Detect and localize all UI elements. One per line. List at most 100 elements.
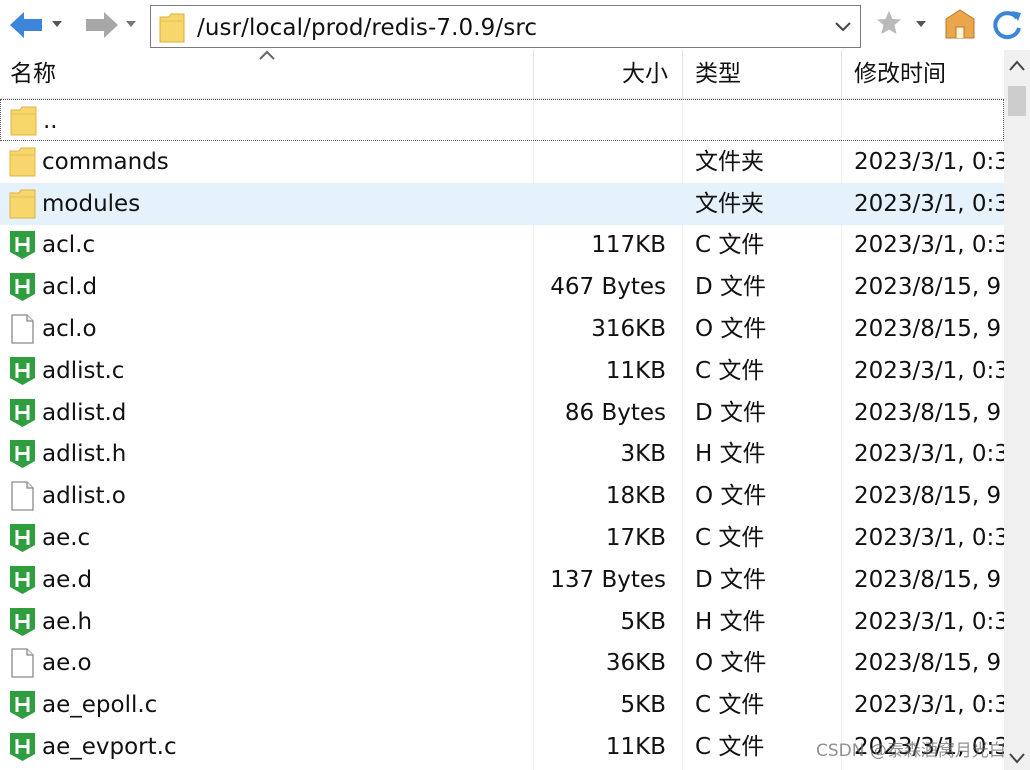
file-size: 11KB — [605, 734, 666, 760]
file-type: D 文件 — [695, 274, 767, 301]
file-size: 86 Bytes — [564, 399, 666, 426]
file-list[interactable]: 名称 大小 类型 修改时间 .. commands 文件夹 2023/3/1, 0:3… — [0, 50, 1004, 770]
back-history-dropdown-icon[interactable] — [50, 18, 64, 30]
file-type: O 文件 — [695, 316, 767, 342]
file-row[interactable]: acl.o 316KB O 文件 2023/8/15, 9 — [0, 308, 1004, 350]
file-modified: 2023/3/1, 0:3 — [854, 525, 1004, 551]
source-file-icon — [9, 230, 36, 260]
file-row[interactable]: ae.d 137 Bytes D 文件 2023/8/15, 9 — [0, 559, 1004, 601]
file-row[interactable]: acl.d 467 Bytes D 文件 2023/8/15, 9 — [0, 266, 1004, 308]
blank-file-icon — [9, 481, 36, 511]
folder-icon — [9, 147, 36, 177]
back-arrow-icon[interactable] — [8, 8, 44, 42]
column-divider[interactable] — [533, 50, 534, 99]
watermark: CSDN @泰森酒窝月光白 — [816, 741, 1006, 761]
blank-file-icon — [9, 314, 36, 344]
scrollbar-thumb[interactable] — [1008, 86, 1026, 116]
file-modified: 2023/3/1, 0:3 — [854, 190, 1004, 217]
vertical-scrollbar[interactable] — [1004, 50, 1030, 770]
file-modified — [855, 100, 1004, 142]
file-type: C 文件 — [695, 734, 765, 760]
file-name: modules — [42, 190, 141, 217]
file-row[interactable]: ae.o 36KB O 文件 2023/8/15, 9 — [0, 642, 1004, 684]
file-modified: 2023/8/15, 9 — [854, 483, 1002, 510]
file-row[interactable]: ae.h 5KB H 文件 2023/3/1, 0:3 — [0, 601, 1004, 643]
column-divider[interactable] — [841, 50, 842, 99]
file-modified: 2023/8/15, 9 — [854, 316, 1002, 342]
file-type: O 文件 — [695, 483, 767, 510]
file-name: ae.c — [42, 525, 91, 551]
folder-icon — [9, 189, 36, 219]
address-path[interactable]: /usr/local/prod/redis-7.0.9/src — [197, 15, 537, 41]
forward-arrow-icon[interactable] — [84, 8, 120, 42]
column-header-name[interactable]: 名称 — [10, 50, 56, 99]
source-file-icon — [9, 398, 36, 428]
column-header-size[interactable]: 大小 — [622, 50, 668, 99]
file-modified: 2023/3/1, 0:3 — [854, 441, 1004, 468]
file-modified: 2023/8/15, 9 — [854, 566, 1002, 593]
source-file-icon — [9, 272, 36, 302]
file-name: adlist.h — [42, 441, 127, 468]
source-file-icon — [9, 690, 36, 720]
file-size: 18KB — [605, 483, 666, 510]
file-size: 3KB — [620, 441, 667, 468]
file-type: O 文件 — [695, 650, 767, 677]
file-name: acl.c — [42, 232, 96, 259]
sort-ascending-icon — [259, 50, 275, 60]
file-row[interactable]: adlist.c 11KB C 文件 2023/3/1, 0:3 — [0, 350, 1004, 392]
file-size: 17KB — [605, 525, 666, 551]
address-bar[interactable]: /usr/local/prod/redis-7.0.9/src — [150, 5, 861, 48]
file-row[interactable]: modules 文件夹 2023/3/1, 0:3 — [0, 182, 1004, 225]
file-row[interactable]: adlist.d 86 Bytes D 文件 2023/8/15, 9 — [0, 392, 1004, 434]
file-size: 117KB — [591, 232, 666, 259]
file-type: 文件夹 — [695, 190, 764, 217]
file-name: adlist.d — [42, 399, 127, 426]
file-type: C 文件 — [695, 357, 765, 384]
file-modified: 2023/8/15, 9 — [854, 399, 1002, 426]
file-type: C 文件 — [695, 692, 765, 719]
home-folder-icon[interactable] — [944, 9, 976, 39]
file-modified: 2023/8/15, 9 — [854, 274, 1002, 301]
star-icon[interactable] — [876, 10, 902, 36]
file-type: H 文件 — [695, 441, 766, 468]
source-file-icon — [9, 565, 36, 595]
file-row[interactable]: adlist.o 18KB O 文件 2023/8/15, 9 — [0, 475, 1004, 517]
bookmarks-dropdown-icon[interactable] — [914, 18, 928, 30]
column-divider[interactable] — [682, 50, 683, 99]
file-modified: 2023/3/1, 0:3 — [854, 232, 1004, 259]
column-header-type[interactable]: 类型 — [695, 50, 741, 99]
source-file-icon — [9, 356, 36, 386]
file-type: D 文件 — [695, 566, 767, 593]
file-name: ae.o — [42, 650, 92, 677]
file-size: 5KB — [620, 608, 667, 635]
file-row[interactable]: acl.c 117KB C 文件 2023/3/1, 0:3 — [0, 224, 1004, 266]
file-type: H 文件 — [695, 608, 766, 635]
file-type: C 文件 — [695, 525, 765, 551]
refresh-icon[interactable] — [990, 8, 1024, 42]
column-header-modified[interactable]: 修改时间 — [854, 50, 946, 99]
file-size: 11KB — [605, 357, 666, 384]
file-size: 137 Bytes — [550, 566, 666, 593]
scroll-down-icon[interactable] — [1004, 746, 1030, 770]
file-row[interactable]: adlist.h 3KB H 文件 2023/3/1, 0:3 — [0, 433, 1004, 475]
file-name: acl.o — [42, 316, 97, 342]
column-header-row: 名称 大小 类型 修改时间 — [0, 50, 1004, 99]
file-row[interactable]: ae.c 17KB C 文件 2023/3/1, 0:3 — [0, 517, 1004, 559]
scroll-up-icon[interactable] — [1004, 50, 1030, 82]
chevron-down-icon[interactable] — [834, 21, 852, 33]
source-file-icon — [9, 523, 36, 553]
file-name: adlist.o — [42, 483, 126, 510]
file-name: ae_evport.c — [42, 734, 177, 760]
source-file-icon — [9, 607, 36, 637]
parent-directory-row[interactable]: .. — [0, 99, 1004, 141]
file-modified: 2023/3/1, 0:3 — [854, 357, 1004, 384]
file-modified: 2023/3/1, 0:3 — [854, 148, 1004, 175]
file-name: ae_epoll.c — [42, 692, 158, 719]
file-row[interactable]: ae_epoll.c 5KB C 文件 2023/3/1, 0:3 — [0, 684, 1004, 726]
forward-history-dropdown-icon[interactable] — [124, 18, 138, 30]
file-modified: 2023/8/15, 9 — [854, 650, 1002, 677]
file-name: ae.d — [42, 566, 93, 593]
file-type: D 文件 — [695, 399, 767, 426]
file-row[interactable]: commands 文件夹 2023/3/1, 0:3 — [0, 141, 1004, 183]
file-size: 5KB — [620, 692, 667, 719]
